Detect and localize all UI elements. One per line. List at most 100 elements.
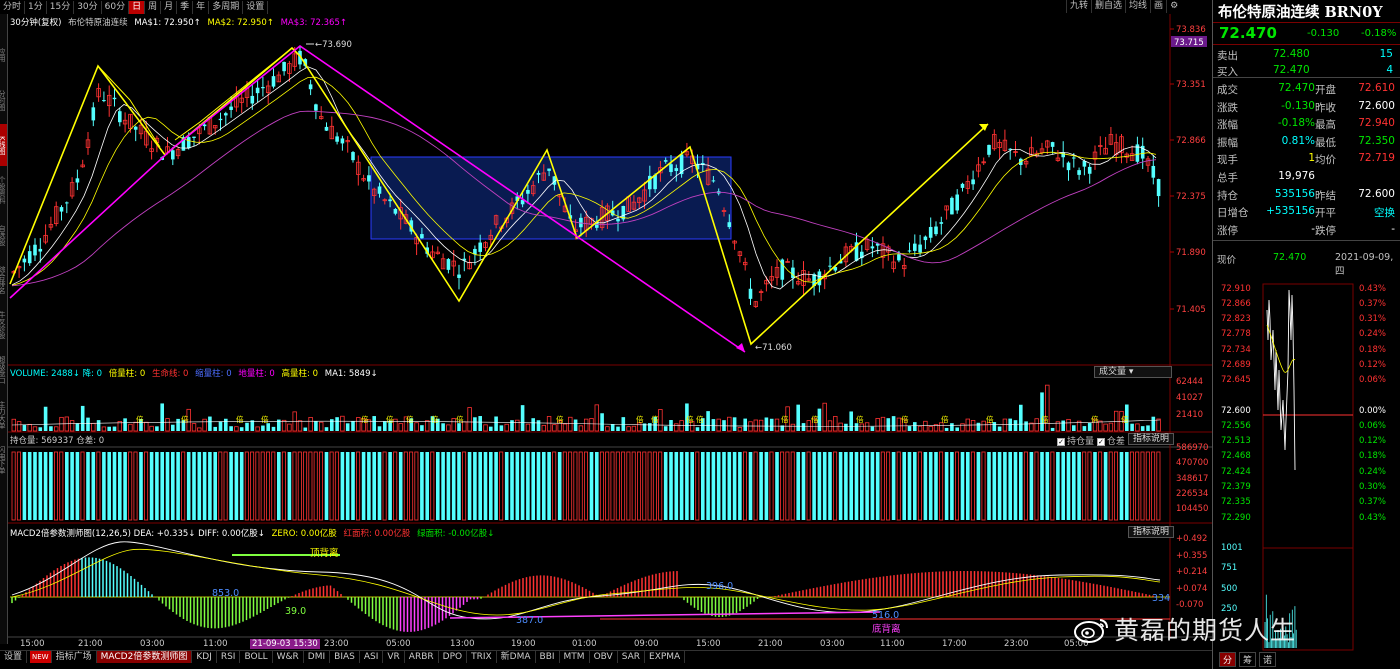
quote-tab[interactable]: 诺 <box>1259 652 1277 667</box>
oi-bar <box>441 452 445 520</box>
oi-axis-label: 348617 <box>1176 474 1208 484</box>
volume-bar <box>573 419 578 431</box>
volume-bar <box>864 422 870 432</box>
candle-body <box>33 244 37 256</box>
arrow-head-yellow <box>979 124 988 131</box>
oi-bar <box>1056 452 1060 520</box>
indicator-tab[interactable]: KDJ <box>192 651 217 663</box>
volume-bar <box>589 418 594 432</box>
indicator-tab[interactable]: RSI <box>217 651 241 663</box>
volume-bar <box>1061 420 1065 431</box>
volume-bar <box>621 417 626 431</box>
oi-bar <box>578 451 583 521</box>
oi-bar <box>155 452 159 520</box>
volume-bar <box>631 425 637 432</box>
oi-bar <box>1156 451 1161 521</box>
indicator-tab[interactable]: 指标广场 <box>52 651 97 663</box>
candle-body <box>59 207 64 212</box>
diff-checkbox[interactable]: ✓ <box>1096 437 1105 446</box>
oi-bar <box>939 451 944 521</box>
volume-bar <box>149 425 154 432</box>
volume-bar <box>16 421 22 432</box>
indicator-tab[interactable]: VR <box>383 651 405 663</box>
time-tick: 09:00 <box>634 639 659 649</box>
quote-tab[interactable]: 分 <box>1219 652 1237 667</box>
candle-body <box>547 168 551 171</box>
indicator-tab[interactable]: BIAS <box>330 651 360 663</box>
indicator-tab[interactable]: SAR <box>618 651 646 663</box>
candle-body <box>27 251 32 264</box>
volume-bar <box>123 418 127 431</box>
mini-price-label: 72.823 <box>1221 314 1251 324</box>
oi-bar <box>976 452 981 520</box>
volume-bar <box>970 419 976 432</box>
oi-help-button[interactable]: 指标说明 <box>1128 433 1175 445</box>
volume-bar <box>674 423 679 432</box>
candle-body <box>913 243 917 251</box>
oi-bar <box>711 452 716 520</box>
volume-mark-label: 倍 <box>696 414 704 424</box>
oi-bar <box>265 451 270 521</box>
indicator-tab[interactable]: NEW <box>30 651 52 663</box>
volume-bar <box>679 420 684 432</box>
quote-value: 72.470 <box>1278 82 1315 94</box>
candle-body <box>22 258 27 263</box>
volume-bar <box>1082 426 1087 431</box>
indicator-tab[interactable]: DPO <box>439 651 468 663</box>
oi-bar <box>934 452 938 520</box>
main-chart-canvas[interactable]: 73.836 73.351 72.866 72.375 71.890 71.405 73.7… <box>0 0 1212 650</box>
oi-bar <box>584 451 589 521</box>
volume-bar <box>663 426 668 431</box>
oi-bar <box>86 452 90 520</box>
volume-bar <box>96 420 101 431</box>
quote-row: 总手 19,976 <box>1213 168 1400 184</box>
indicator-tab[interactable]: 设置 <box>0 651 28 663</box>
indicator-tab[interactable]: EXPMA <box>645 651 686 663</box>
oi-bar <box>1045 452 1050 520</box>
candle-body <box>870 246 875 249</box>
indicator-tab[interactable]: DMI <box>304 651 331 663</box>
volume-bar <box>960 423 965 432</box>
volume-bar <box>790 423 796 432</box>
volume-mark-label: 倍 <box>651 414 659 424</box>
mini-price-label: 72.645 <box>1221 375 1251 385</box>
candle-body <box>202 124 207 127</box>
indicator-tab[interactable]: W&R <box>273 651 304 663</box>
volume-bar <box>578 425 584 432</box>
row-price: 72.470 <box>1273 64 1310 76</box>
candle-body <box>748 288 753 299</box>
indicator-tab[interactable]: ASI <box>360 651 384 663</box>
oi-bar <box>451 452 456 520</box>
oi-bar <box>1082 451 1087 521</box>
oi-bar <box>923 452 928 520</box>
oi-bar <box>1019 452 1023 520</box>
volume-bar <box>600 413 604 431</box>
volume-bar <box>128 423 133 432</box>
quote-tab[interactable]: 筹 <box>1239 652 1257 667</box>
quote-label-2: 昨收 <box>1315 101 1336 114</box>
candle-body <box>711 180 716 182</box>
candle-body <box>1156 179 1161 197</box>
oi-bar <box>91 452 96 520</box>
indicator-tab[interactable]: MACD2倍参数测师图 <box>96 651 193 663</box>
indicator-tab[interactable]: OBV <box>590 651 618 663</box>
indicator-tab[interactable]: MTM <box>560 651 590 663</box>
oi-bar <box>102 452 106 520</box>
oi-bar <box>812 452 816 520</box>
oi-bar <box>1061 452 1065 520</box>
oi-bar <box>690 452 694 520</box>
volume-mark-label: 倍 <box>361 414 369 424</box>
volume-bar <box>875 418 880 432</box>
volume-mark-label: 倍 <box>986 414 994 424</box>
indicator-tab[interactable]: TRIX <box>467 651 497 663</box>
indicator-tab[interactable]: BOLL <box>240 651 273 663</box>
macd-help-button[interactable]: 指标说明 <box>1128 526 1175 538</box>
indicator-select[interactable]: 成交量 ▾ <box>1094 366 1172 378</box>
oi-checkbox[interactable]: ✓ <box>1057 437 1065 446</box>
time-tick: 23:00 <box>1004 639 1029 649</box>
indicator-tab[interactable]: BBI <box>536 651 560 663</box>
candle-body <box>340 138 345 144</box>
candle-body <box>420 234 424 239</box>
indicator-tab[interactable]: 新DMA <box>497 651 536 663</box>
indicator-tab[interactable]: ARBR <box>405 651 439 663</box>
